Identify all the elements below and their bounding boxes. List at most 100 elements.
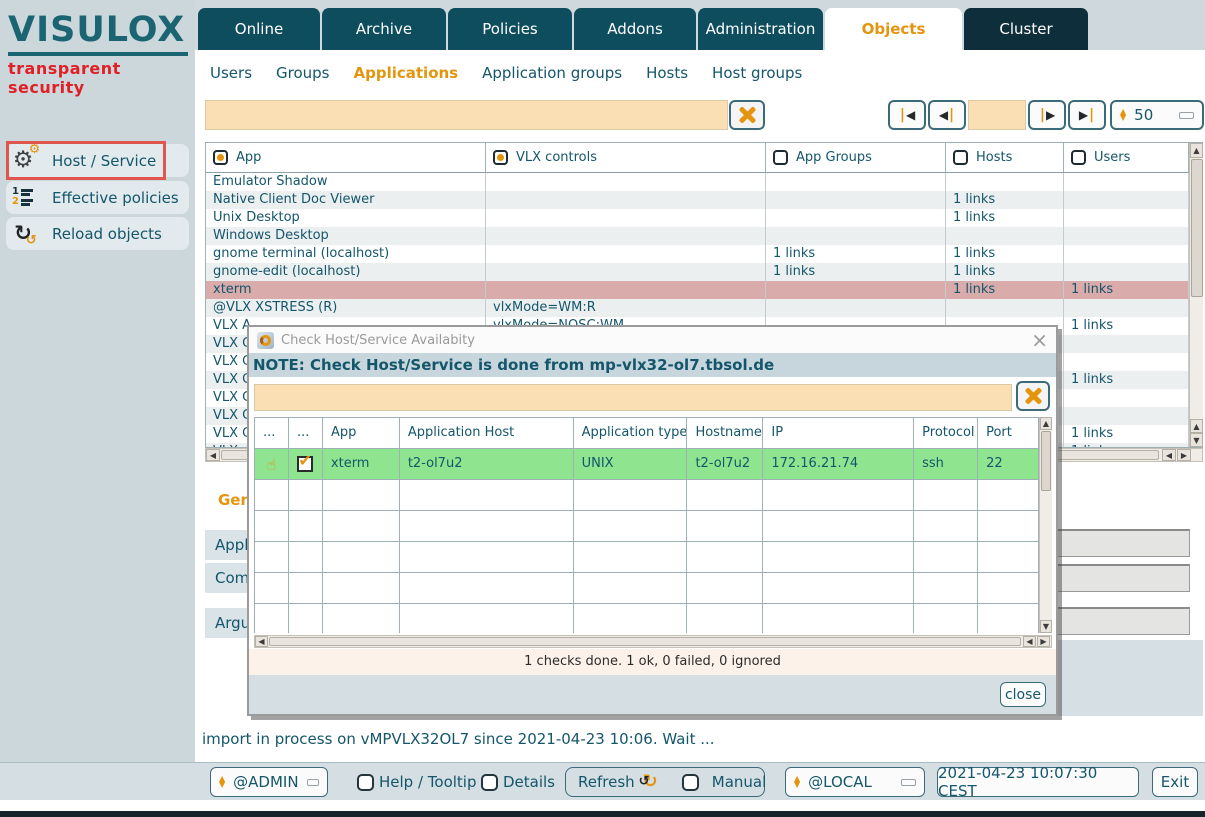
scroll-up-icon[interactable]: ▲ [1190,419,1203,433]
dialog-close-icon[interactable]: × [1031,330,1048,350]
subtab-groups[interactable]: Groups [276,64,329,82]
dialog-result-row[interactable]: ☝xtermt2-ol7u2UNIXt2-ol7u2172.16.21.74ss… [255,449,1039,480]
next-page-button[interactable]: |▶ [1028,100,1066,130]
manual-checkbox[interactable] [682,774,699,791]
column-label: App [236,150,261,165]
detail-field[interactable] [1050,607,1190,635]
previous-page-button[interactable]: ◀| [928,100,966,130]
empty-cell [289,511,323,542]
tab-cluster[interactable]: Cluster [964,8,1088,50]
tab-administration[interactable]: Administration [698,8,823,50]
subtab-applications[interactable]: Applications [354,64,459,82]
table-row[interactable]: @VLX XSTRESS (R)vlxMode=WM:R [206,299,1189,317]
scroll-up-icon[interactable]: ▲ [1040,417,1052,430]
checkbox-empty-icon[interactable] [773,150,788,165]
empty-cell [323,604,400,633]
details-checkbox[interactable] [481,774,498,791]
empty-cell [255,604,289,633]
table-row[interactable]: Unix Desktop1 links [206,209,1189,227]
dialog-column-header: Application Host [400,418,574,449]
subtab-host-groups[interactable]: Host groups [712,64,802,82]
tab-addons[interactable]: Addons [574,8,696,50]
checkbox-empty-icon[interactable] [1071,150,1086,165]
table-row[interactable]: Emulator Shadow [206,173,1189,191]
column-header-app[interactable]: App [206,143,486,172]
vertical-scrollbar[interactable]: ▲ ▲ ▼ [1189,143,1203,447]
dialog-titlebar[interactable]: Check Host/Service Availabity × [249,327,1056,353]
table-row[interactable]: gnome terminal (localhost)1 links1 links [206,245,1189,263]
clear-filter-button[interactable] [729,100,765,130]
table-row[interactable]: Windows Desktop [206,227,1189,245]
tab-objects[interactable]: Objects [825,8,962,50]
subtab-hosts[interactable]: Hosts [646,64,688,82]
radio-checked-icon[interactable] [493,150,508,165]
scroll-right-icon[interactable]: ▶ [1177,449,1191,461]
table-row[interactable]: xterm1 links1 links [206,281,1189,299]
local-select[interactable]: ▲▼ @LOCAL [785,767,925,797]
tab-online[interactable]: Online [198,8,320,50]
table-row[interactable]: Native Client Doc Viewer1 links [206,191,1189,209]
dialog-column-header: Hostname [687,418,763,449]
radio-checked-icon[interactable] [213,150,228,165]
page-size-select[interactable]: ▲▼ 50 [1110,100,1204,130]
dialog-vertical-scrollbar[interactable]: ▲ ▼ [1039,417,1052,633]
subtab-application-groups[interactable]: Application groups [482,64,622,82]
column-header-users[interactable]: Users [1064,143,1189,172]
empty-cell [400,573,574,604]
scrollbar-thumb[interactable] [1041,431,1051,491]
sidebar-item-reload-objects[interactable]: ↻↺ Reload objects [6,217,189,250]
scroll-left-icon[interactable]: ◀ [1023,636,1036,647]
last-page-button[interactable]: ▶| [1068,100,1106,130]
scroll-down-icon[interactable]: ▼ [1190,433,1203,447]
resize-handle[interactable] [901,779,916,786]
dialog-filter-input[interactable] [254,384,1012,411]
cell-users [1064,209,1189,227]
dialog-clear-filter-button[interactable] [1016,381,1050,411]
scroll-up-icon[interactable]: ▲ [1190,143,1203,158]
checkbox-empty-icon[interactable] [953,150,968,165]
scrollbar-thumb[interactable] [269,637,1021,646]
scroll-right-icon[interactable]: ▶ [1037,636,1050,647]
dialog-horizontal-scrollbar[interactable]: ◀ ◀ ▶ [254,635,1052,648]
timestamp-button[interactable]: 2021-04-23 10:07:30 CEST [937,767,1139,797]
refresh-icon[interactable]: ↺↻ [643,773,658,791]
gears-icon: ⚙⚙ [13,149,34,172]
dialog-close-button[interactable]: close [1000,682,1046,707]
page-number-input[interactable] [968,100,1026,130]
sidebar-item-host-service[interactable]: ⚙⚙ Host / Service [6,144,189,177]
cell-groups: 1 links [766,263,946,281]
resize-handle[interactable] [307,779,319,786]
resize-handle[interactable] [1179,112,1194,119]
scroll-down-icon[interactable]: ▼ [1040,620,1052,633]
refresh-button[interactable]: Refresh [578,773,635,791]
tab-archive[interactable]: Archive [322,8,446,50]
checkbox-checked-icon[interactable] [297,456,313,472]
help-tooltip-checkbox[interactable] [357,774,374,791]
exit-button[interactable]: Exit [1152,767,1198,797]
first-page-button[interactable]: |◀ [888,100,926,130]
cell-hosts: 1 links [946,191,1064,209]
column-header-vlx-controls[interactable]: VLX controls [486,143,766,172]
tab-policies[interactable]: Policies [448,8,572,50]
table-row[interactable]: gnome-edit (localhost)1 links1 links [206,263,1189,281]
empty-cell [978,480,1039,511]
cell-hosts: 1 links [946,209,1064,227]
result-cell-application_type: UNIX [574,449,688,480]
detail-field[interactable] [1050,529,1190,557]
result-cell-app: xterm [323,449,400,480]
sidebar-item-effective-policies[interactable]: 12 Effective policies [6,181,189,214]
subtab-users[interactable]: Users [210,64,252,82]
cell-vlx: vlxMode=WM:R [486,299,766,317]
scroll-left-icon[interactable]: ◀ [255,636,268,647]
filter-input[interactable] [205,100,728,130]
empty-cell [574,604,688,633]
local-select-value: @LOCAL [808,773,872,791]
column-header-hosts[interactable]: Hosts [946,143,1064,172]
admin-select[interactable]: ▲▼ @ADMIN [210,767,328,797]
column-header-app-groups[interactable]: App Groups [766,143,946,172]
cell-groups [766,209,946,227]
scroll-left-icon[interactable]: ◀ [1162,449,1176,461]
scroll-left-icon[interactable]: ◀ [206,449,220,461]
scrollbar-thumb[interactable] [1191,159,1203,297]
detail-field[interactable] [1050,564,1190,592]
